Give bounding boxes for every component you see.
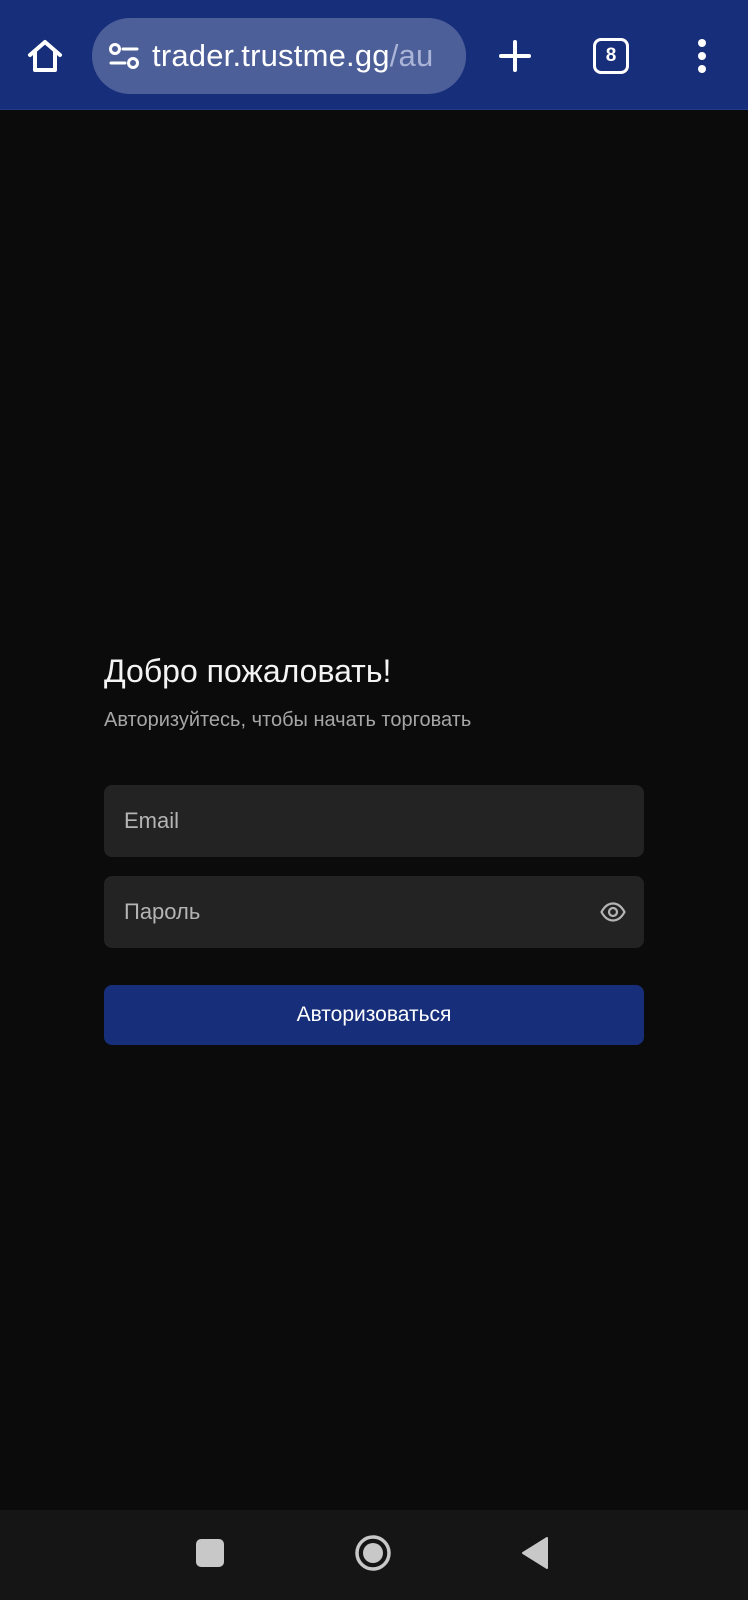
url-fade bbox=[444, 18, 466, 94]
url-host: trader.trustme.gg bbox=[152, 38, 390, 73]
welcome-title: Добро пожаловать! bbox=[104, 653, 392, 689]
login-form: Добро пожаловать! Авторизуйтесь, чтобы н… bbox=[104, 649, 644, 1045]
url-path: /au bbox=[389, 38, 434, 73]
plus-icon bbox=[499, 40, 531, 72]
tab-switcher-button[interactable]: 8 bbox=[593, 38, 629, 74]
login-submit-button[interactable]: Авторизоваться bbox=[104, 985, 644, 1045]
system-home-button[interactable] bbox=[354, 1534, 392, 1572]
toggle-password-visibility-button[interactable] bbox=[600, 900, 626, 924]
page-content: Добро пожаловать! Авторизуйтесь, чтобы н… bbox=[0, 111, 748, 1510]
url-text: trader.trustme.gg/au bbox=[152, 38, 433, 74]
browser-toolbar: trader.trustme.gg/au 8 bbox=[0, 0, 748, 110]
url-bar[interactable]: trader.trustme.gg/au bbox=[92, 18, 466, 94]
system-back-button[interactable] bbox=[521, 1536, 549, 1570]
more-vert-icon bbox=[698, 39, 706, 73]
tab-count: 8 bbox=[605, 45, 617, 66]
site-settings-icon bbox=[109, 43, 139, 69]
email-field-container bbox=[104, 785, 644, 857]
system-nav-bar bbox=[0, 1510, 748, 1600]
email-input[interactable] bbox=[104, 785, 644, 857]
triangle-back-icon bbox=[522, 1537, 548, 1569]
recents-button[interactable] bbox=[196, 1539, 224, 1567]
site-info-button[interactable] bbox=[104, 36, 144, 76]
browser-menu-button[interactable] bbox=[680, 31, 724, 81]
password-field-container bbox=[104, 876, 644, 948]
browser-home-button[interactable] bbox=[20, 31, 70, 81]
password-input[interactable] bbox=[104, 876, 644, 948]
circle-icon bbox=[355, 1535, 391, 1571]
new-tab-button[interactable] bbox=[490, 31, 540, 81]
eye-icon bbox=[600, 902, 626, 922]
home-icon bbox=[28, 40, 62, 72]
welcome-subtitle: Авторизуйтесь, чтобы начать торговать bbox=[104, 709, 472, 731]
